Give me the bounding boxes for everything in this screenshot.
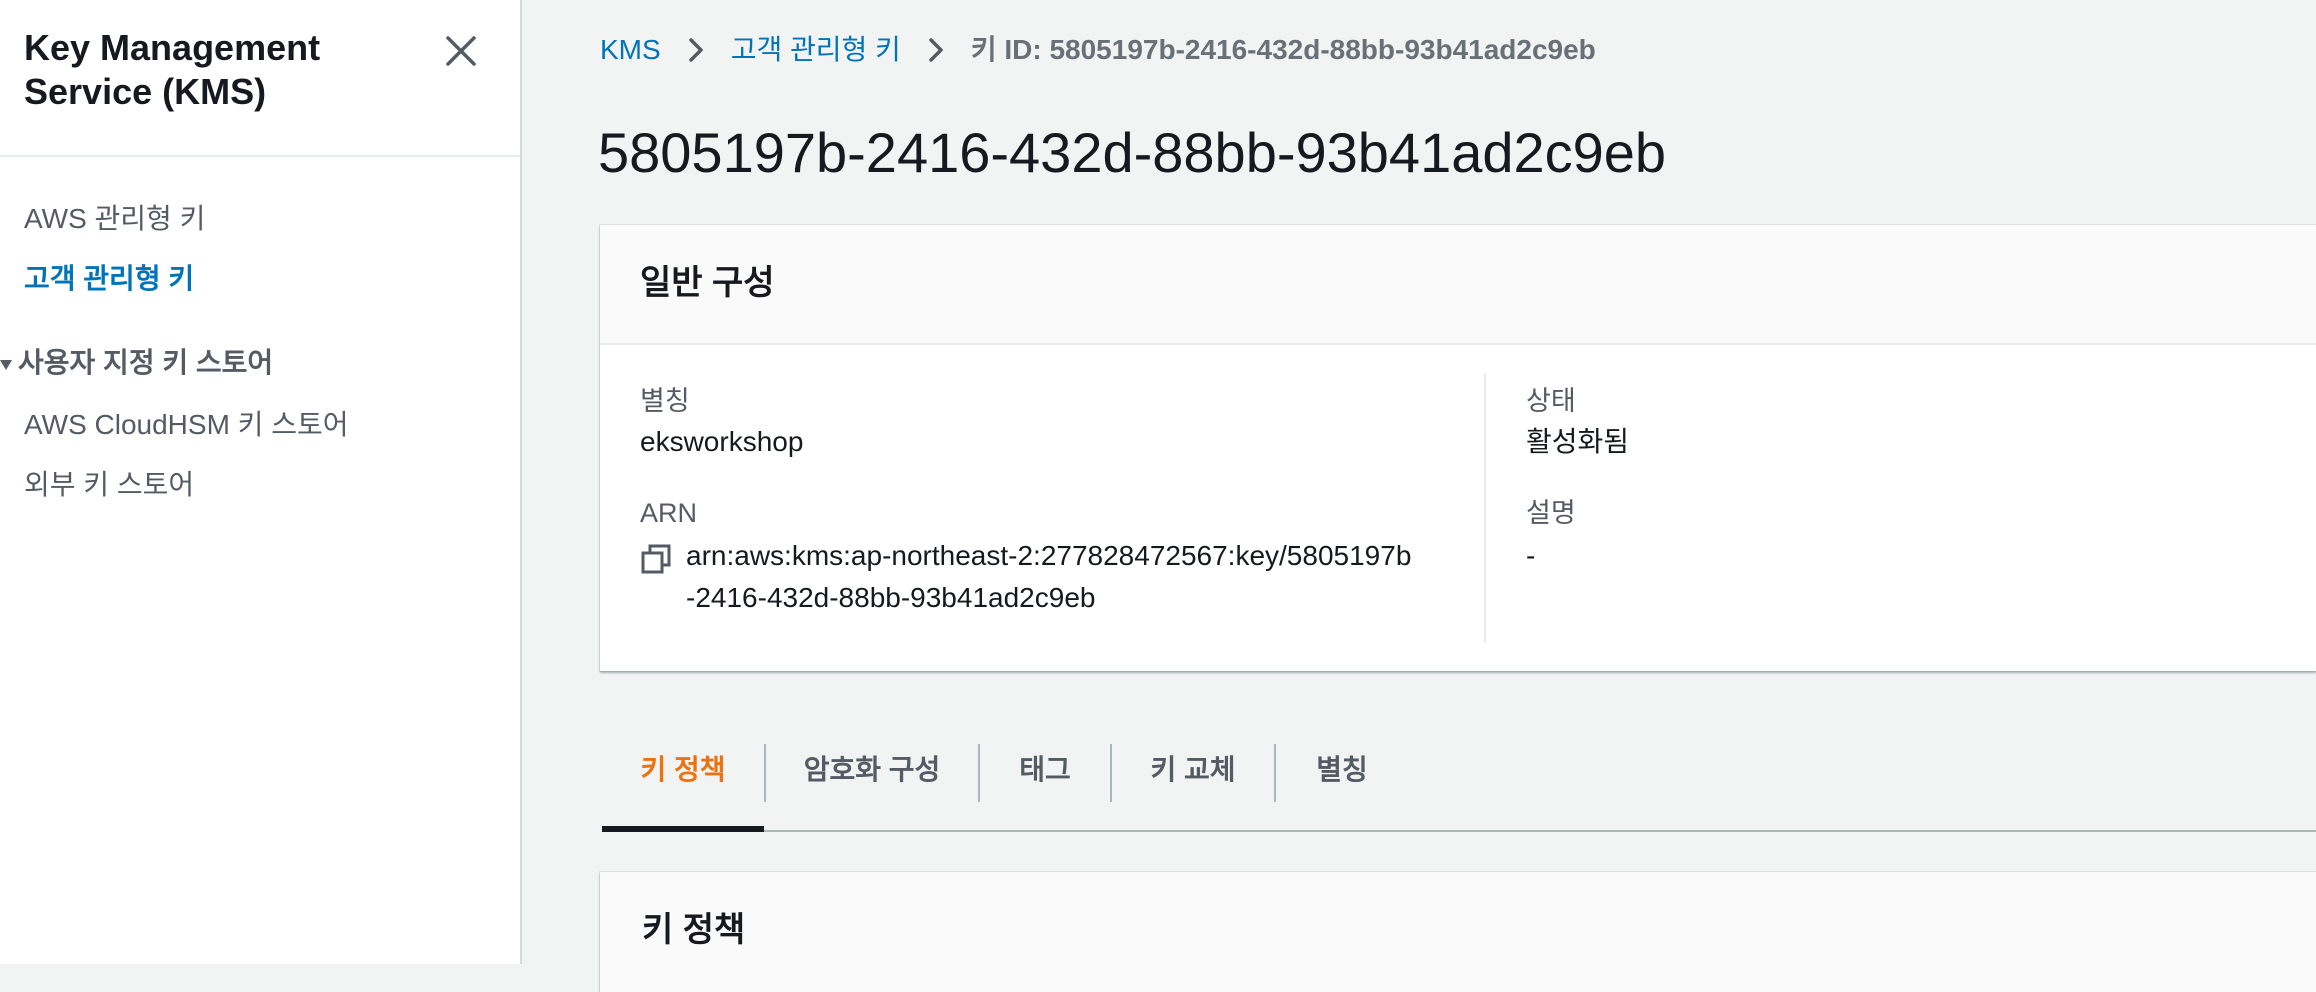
breadcrumb-customer-managed-keys-link[interactable]: 고객 관리형 키: [731, 30, 901, 70]
sidebar-divider: [0, 155, 520, 157]
description-value: -: [1526, 540, 1536, 571]
arn-value-line2: -2416-432d-88bb-93b41ad2c9eb: [686, 582, 1096, 613]
tab-bar: 키 정책 암호화 구성 태그 키 교체 별칭: [602, 740, 2316, 832]
breadcrumb-kms-link[interactable]: KMS: [600, 30, 661, 70]
tab-key-rotation[interactable]: 키 교체: [1112, 740, 1274, 830]
status-label: 상태: [1526, 386, 1576, 416]
breadcrumb: KMS 고객 관리형 키 키 ID: 5805197b-2416-432d-88…: [600, 30, 1596, 70]
sidebar-item-cloudhsm-key-stores[interactable]: AWS CloudHSM 키 스토어: [24, 407, 349, 443]
key-policy-title: 키 정책: [642, 911, 746, 949]
panel-title: 일반 구성: [640, 264, 775, 302]
page-title: 5805197b-2416-432d-88bb-93b41ad2c9eb: [598, 121, 1667, 184]
close-icon[interactable]: [440, 30, 482, 72]
sidebar-item-aws-managed-keys[interactable]: AWS 관리형 키: [24, 201, 205, 237]
sidebar-section-label: 사용자 지정 키 스토어: [18, 347, 274, 378]
arn-value-line1: arn:aws:kms:ap-northeast-2:277828472567:…: [686, 540, 1412, 571]
alias-value: eksworkshop: [640, 426, 804, 457]
panel-header: 일반 구성: [600, 225, 2316, 345]
tab-aliases[interactable]: 별칭: [1276, 740, 1408, 830]
tab-key-policy[interactable]: 키 정책: [602, 740, 764, 830]
chevron-right-icon: [688, 38, 703, 62]
chevron-right-icon: [929, 38, 943, 62]
sidebar-navigation: Key Management Service (KMS) AWS 관리형 키 고…: [0, 0, 522, 964]
tab-tags[interactable]: 태그: [980, 740, 1110, 830]
alias-label: 별칭: [640, 386, 690, 416]
column-divider: [1484, 373, 1486, 643]
sidebar-item-external-key-stores[interactable]: 외부 키 스토어: [24, 467, 194, 503]
caret-down-icon: [0, 359, 12, 370]
sidebar-item-customer-managed-keys[interactable]: 고객 관리형 키: [24, 261, 194, 297]
breadcrumb-current: 키 ID: 5805197b-2416-432d-88bb-93b41ad2c9…: [970, 34, 1596, 65]
sidebar-section-custom-key-stores[interactable]: 사용자 지정 키 스토어: [0, 345, 273, 381]
copy-icon[interactable]: [640, 543, 672, 575]
status-value: 활성화됨: [1526, 426, 1630, 457]
tab-cryptographic-configuration[interactable]: 암호화 구성: [766, 740, 978, 830]
arn-label: ARN: [640, 498, 698, 528]
general-configuration-panel: 일반 구성 별칭 eksworkshop ARN arn:aws:kms:ap-…: [600, 225, 2316, 671]
active-tab-indicator: [602, 826, 764, 832]
sidebar-title: Key Management Service (KMS): [24, 27, 321, 112]
key-policy-panel: 키 정책: [600, 872, 2316, 992]
description-label: 설명: [1526, 498, 1576, 528]
